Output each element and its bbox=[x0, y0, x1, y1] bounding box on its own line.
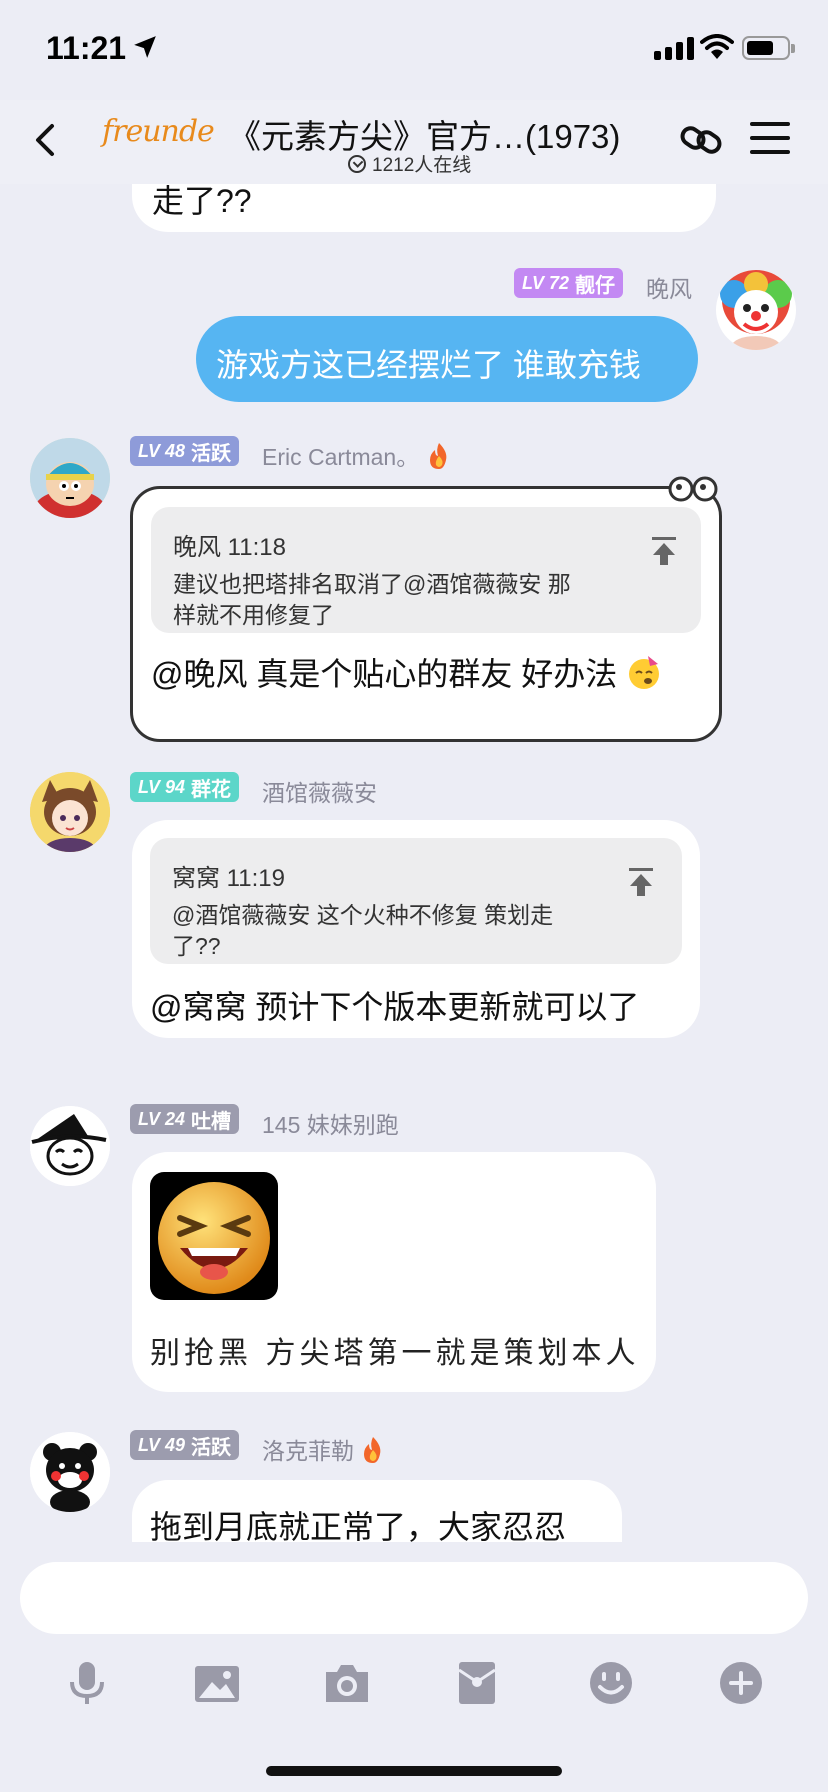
location-arrow-icon bbox=[134, 36, 156, 58]
nickname[interactable]: 晚风 bbox=[646, 270, 692, 304]
link-icon[interactable] bbox=[678, 116, 726, 164]
status-time: 11:21 bbox=[46, 30, 127, 66]
nav-bar: freunde 《元素方尖》官方…(1973) 1212人在线 bbox=[0, 100, 828, 184]
message-text: 拖到月底就正常了，大家忍忍 bbox=[150, 1509, 567, 1542]
quoted-message[interactable]: 窝窝 11:19 @酒馆薇薇安 这个火种不修复 策划走 了?? bbox=[150, 838, 682, 964]
level-badge: LV 72 靓仔 bbox=[514, 268, 624, 298]
quote-text: @酒馆薇薇安 这个火种不修复 策划走 了?? bbox=[172, 902, 554, 959]
wifi-icon bbox=[700, 34, 734, 59]
level-badge: LV 24 吐槽 bbox=[130, 1104, 240, 1134]
laughing-sticker[interactable] bbox=[150, 1172, 278, 1300]
quote-author-time: 窝窝 11:19 bbox=[172, 865, 285, 892]
red-packet-icon[interactable] bbox=[452, 1658, 502, 1708]
pin-to-top-icon[interactable] bbox=[626, 866, 656, 898]
party-emoji-icon bbox=[629, 656, 660, 689]
message-bubble[interactable]: 走了?? bbox=[132, 184, 716, 232]
message-bubble[interactable]: 拖到月底就正常了，大家忍忍 bbox=[132, 1480, 622, 1542]
home-indicator[interactable] bbox=[266, 1766, 562, 1776]
menu-button[interactable] bbox=[750, 122, 790, 158]
bubble-decoration-icon bbox=[668, 476, 718, 502]
online-count: 1212人在线 bbox=[348, 150, 471, 177]
catgirl-avatar[interactable] bbox=[30, 772, 110, 852]
fire-icon bbox=[429, 443, 446, 469]
kumamon-avatar[interactable] bbox=[30, 1432, 110, 1512]
group-logo[interactable]: freunde bbox=[102, 114, 215, 149]
quote-text: 建议也把塔排名取消了@酒馆薇薇安 那 样就不用修复了 bbox=[173, 571, 571, 628]
emoji-icon[interactable] bbox=[586, 1658, 636, 1708]
plus-icon[interactable] bbox=[716, 1658, 766, 1708]
nickname[interactable]: 145 妹妹别跑 bbox=[262, 1106, 399, 1140]
status-bar: 11:21 bbox=[0, 0, 828, 100]
nickname[interactable]: 酒馆薇薇安 bbox=[262, 774, 377, 808]
level-badge: LV 94 群花 bbox=[130, 772, 240, 802]
nickname[interactable]: Eric Cartman。 bbox=[262, 438, 452, 472]
level-badge: LV 49 活跃 bbox=[130, 1430, 240, 1460]
fire-icon bbox=[364, 1437, 381, 1463]
level-badge: LV 48 活跃 bbox=[130, 436, 240, 466]
message-text: 别抢黑 方尖塔第一就是策划本人 bbox=[150, 1336, 640, 1371]
message-text: 游戏方这已经摆烂了 谁敢充钱 bbox=[216, 347, 641, 383]
witch-avatar[interactable] bbox=[30, 1106, 110, 1186]
cellular-signal-icon bbox=[654, 36, 694, 60]
message-bubble[interactable]: 晚风 11:18 建议也把塔排名取消了@酒馆薇薇安 那 样就不用修复了 @晚风 … bbox=[130, 476, 722, 742]
message-input[interactable] bbox=[20, 1562, 808, 1634]
quote-author-time: 晚风 11:18 bbox=[173, 534, 286, 561]
microphone-icon[interactable] bbox=[62, 1658, 112, 1708]
back-button[interactable] bbox=[26, 118, 66, 162]
nickname[interactable]: 洛克菲勒 bbox=[262, 1432, 386, 1466]
pin-to-top-icon[interactable] bbox=[649, 535, 679, 567]
image-icon[interactable] bbox=[192, 1658, 242, 1708]
clown-avatar[interactable] bbox=[716, 270, 796, 350]
message-text: @窝窝 预计下个版本更新就可以了 bbox=[150, 989, 640, 1025]
chat-list[interactable]: 走了?? LV 72 靓仔 晚风 游戏方这已经摆烂了 谁敢充钱 LV 48 活跃… bbox=[0, 184, 828, 1542]
cartman-avatar[interactable] bbox=[30, 438, 110, 518]
message-bubble[interactable]: 别抢黑 方尖塔第一就是策划本人 bbox=[132, 1152, 656, 1392]
quoted-message[interactable]: 晚风 11:18 建议也把塔排名取消了@酒馆薇薇安 那 样就不用修复了 bbox=[151, 507, 701, 633]
message-text: 走了?? bbox=[152, 184, 252, 219]
message-bubble[interactable]: 游戏方这已经摆烂了 谁敢充钱 bbox=[196, 316, 698, 402]
message-bubble[interactable]: 窝窝 11:19 @酒馆薇薇安 这个火种不修复 策划走 了?? @窝窝 预计下个… bbox=[132, 820, 700, 1038]
camera-icon[interactable] bbox=[322, 1658, 372, 1708]
battery-icon bbox=[742, 36, 795, 60]
check-circle-icon bbox=[348, 154, 366, 173]
message-text: @晚风 真是个贴心的群友 好办法 bbox=[151, 649, 662, 695]
input-area bbox=[0, 1542, 828, 1792]
